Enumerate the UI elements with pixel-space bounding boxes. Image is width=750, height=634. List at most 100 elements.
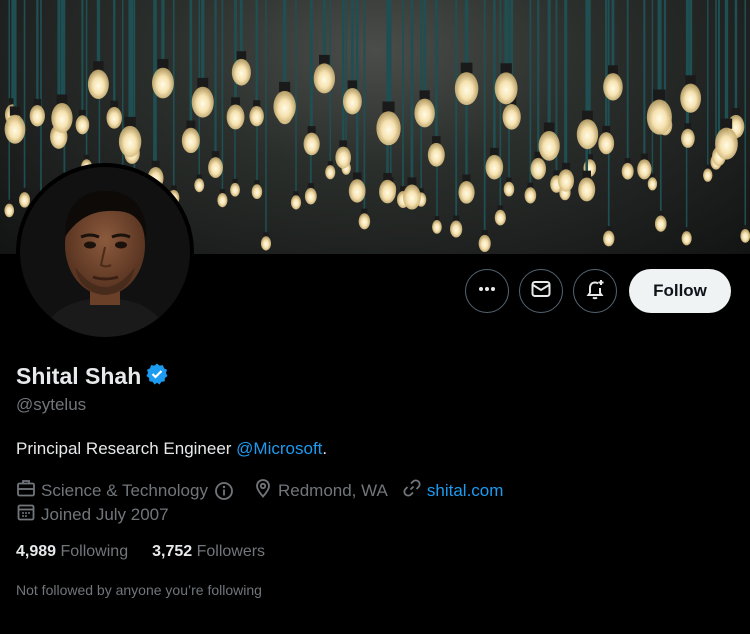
bulb-socket <box>307 126 316 134</box>
light-bulb <box>576 119 599 150</box>
bulb-socket <box>263 232 269 237</box>
bulb-socket <box>21 187 28 193</box>
info-icon[interactable] <box>214 481 239 501</box>
light-bulb <box>304 187 317 205</box>
bulb-socket <box>432 136 441 144</box>
light-bulb <box>348 179 366 203</box>
bulb-socket <box>196 174 202 179</box>
light-bulb <box>106 106 123 129</box>
light-bulb <box>191 86 214 118</box>
following-count: 4,989 <box>16 543 57 560</box>
light-bulb <box>680 83 702 113</box>
light-bulb <box>379 179 396 204</box>
bio: Principal Research Engineer @Microsoft. <box>16 439 327 459</box>
light-bulb <box>578 177 596 202</box>
bulb-socket <box>382 101 395 113</box>
light-bulb <box>226 104 245 130</box>
bulb-socket <box>605 226 612 232</box>
bulb-socket <box>742 225 748 230</box>
bulb-socket <box>481 230 488 236</box>
link-icon <box>402 478 427 503</box>
bulb-socket <box>327 161 333 166</box>
light-bulb <box>524 187 537 204</box>
light-bulb <box>538 130 560 161</box>
bulb-socket <box>219 188 225 194</box>
bulb-socket <box>407 177 417 186</box>
light-bulb <box>335 146 351 169</box>
display-name: Shital Shah <box>16 363 142 389</box>
avatar[interactable] <box>16 163 194 341</box>
bulb-socket <box>293 191 299 196</box>
light-bulb <box>558 169 575 192</box>
bulb-socket <box>33 98 42 106</box>
bulb-socket <box>231 97 240 106</box>
light-bulb <box>194 178 205 193</box>
bulb-socket <box>705 164 711 170</box>
light-bulb <box>450 220 463 238</box>
joined-label: Joined July 2007 <box>41 504 169 524</box>
bulb-socket <box>279 81 291 92</box>
more-button[interactable] <box>465 269 509 313</box>
bulb-socket <box>685 75 696 85</box>
light-bulb <box>485 154 504 180</box>
light-bulb <box>681 128 695 148</box>
light-bulb <box>503 181 515 197</box>
light-bulb <box>290 195 302 210</box>
followers-link[interactable]: 3,752 Followers <box>152 543 265 561</box>
light-bulb <box>29 105 45 127</box>
bulb-socket <box>624 158 631 164</box>
bulb-socket <box>640 153 648 160</box>
light-bulb <box>603 230 615 247</box>
light-bulb <box>251 184 263 200</box>
bulb-socket <box>419 90 430 100</box>
bulb-socket <box>582 170 591 179</box>
bulb-socket <box>352 172 362 181</box>
light-bulb <box>230 182 240 197</box>
bulb-socket <box>489 147 499 156</box>
light-bulb <box>303 132 320 156</box>
more-icon <box>477 279 497 304</box>
light-bulb <box>231 58 251 86</box>
light-bulb <box>273 90 296 123</box>
bulb-socket <box>602 125 611 133</box>
following-link[interactable]: 4,989 Following <box>16 543 128 561</box>
joined-date: Joined July 2007 <box>16 502 169 527</box>
location: Redmond, WA <box>253 478 388 503</box>
light-bulb <box>414 98 435 128</box>
bio-mention-link[interactable]: @Microsoft <box>236 439 322 458</box>
bulb-socket <box>186 120 196 129</box>
briefcase-icon <box>16 478 41 503</box>
light-bulb <box>637 159 652 180</box>
message-button[interactable] <box>519 269 563 313</box>
followers-label: Followers <box>196 543 266 560</box>
bulb-socket <box>543 122 555 133</box>
light-bulb <box>4 114 26 144</box>
followers-count: 3,752 <box>152 543 193 560</box>
light-bulb <box>458 180 475 204</box>
bulb-socket <box>110 100 119 108</box>
bulb-socket <box>684 227 690 232</box>
light-bulb <box>454 72 479 106</box>
light-bulb <box>598 132 615 155</box>
bulb-socket <box>497 205 504 211</box>
light-bulb <box>4 203 15 218</box>
light-bulb <box>87 69 109 99</box>
notifications-button[interactable] <box>573 269 617 313</box>
light-bulb <box>325 165 336 180</box>
bulb-socket <box>684 123 692 130</box>
bulb-socket <box>339 140 348 148</box>
follow-button[interactable]: Follow <box>629 269 731 313</box>
website-link[interactable]: shital.com <box>427 481 504 501</box>
bulb-socket <box>170 185 177 191</box>
light-bulb <box>646 99 672 135</box>
bulb-socket <box>79 109 86 116</box>
light-bulb <box>654 215 667 232</box>
profile-actions: Follow <box>465 269 731 313</box>
bulb-socket <box>562 162 571 171</box>
bulb-socket <box>650 173 655 178</box>
joined-row: Joined July 2007 <box>16 502 183 527</box>
light-bulb <box>249 106 264 127</box>
bulb-socket <box>56 94 68 105</box>
bulb-socket <box>347 80 358 89</box>
display-name-row: Shital Shah <box>16 362 169 391</box>
